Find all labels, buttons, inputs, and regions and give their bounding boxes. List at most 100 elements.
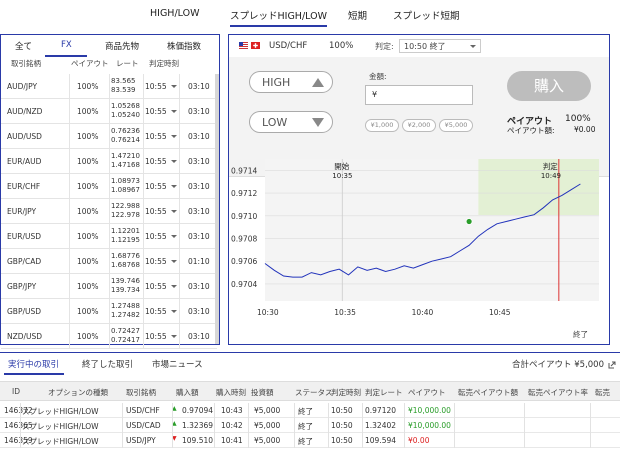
tab-all[interactable]: 全て [15,40,32,52]
low-button[interactable]: LOW [249,111,333,133]
col-header-expiry: 判定時刻 [149,59,179,68]
asset-duration: 03:10 [188,332,210,341]
asset-list-scrollbar[interactable] [215,74,219,344]
chevron-down-icon [171,85,177,88]
table-row[interactable]: 146372 スプレッドHIGH/LOW USD/CHF 0.97094 10:43 ¥5… [0,403,620,418]
cell-status: 終了 [298,407,313,416]
chip-2000[interactable]: ¥2,000 [402,119,436,132]
cell-buy: 1.32369 [182,421,214,430]
asset-expiry[interactable]: 10:55 [145,157,167,166]
nav-short[interactable]: 短期 [348,8,367,22]
export-icon[interactable] [608,361,616,369]
cell-sym: USD/CAD [126,421,161,430]
y-tick-label: 0.9706 [231,257,257,266]
nav-spread-short[interactable]: スプレッド短期 [393,8,460,22]
trade-symbol: USD/CHF [269,41,308,51]
asset-row[interactable]: EUR/AUD 100% 1.47210 1.47168 10:55 03:10 [1,149,217,174]
asset-row[interactable]: EUR/CHF 100% 1.08973 1.08967 10:55 03:10 [1,174,217,199]
tab-active-trades[interactable]: 実行中の取引 [8,358,59,370]
cell-exp: 10:50 [331,406,353,415]
y-tick-label: 0.9710 [231,212,257,221]
tab-closed-trades[interactable]: 終了した取引 [82,358,133,370]
y-tick-label: 0.9704 [231,280,257,289]
asset-expiry[interactable]: 10:55 [145,332,167,341]
entry-point-marker [465,218,473,225]
amount-input[interactable]: ¥ [365,85,473,105]
cell-time: 10:43 [221,406,243,415]
asset-expiry[interactable]: 10:55 [145,282,167,291]
col-header-symbol: 取引銘柄 [11,59,41,68]
amount-label: 金額: [369,72,387,81]
cell-inv: ¥5,000 [254,436,281,445]
y-tick-label: 0.9712 [231,189,257,198]
high-button[interactable]: HIGH [249,71,333,93]
cell-time: 10:42 [221,421,243,430]
cell-sym: USD/CHF [126,406,160,415]
asset-duration: 03:10 [188,232,210,241]
chevron-down-icon [171,210,177,213]
chevron-down-icon [470,45,476,48]
trade-panel: USD/CHF 100% 判定: 10:50 終了 HIGH LOW 金額: ¥… [228,34,610,345]
asset-row[interactable]: EUR/USD 100% 1.12201 1.12195 10:55 03:10 [1,224,217,249]
asset-rate: 1.47210 1.47168 [111,152,140,170]
rate-low: 1.12195 [111,236,140,244]
chevron-down-icon [171,260,177,263]
start-label: 開始 [334,161,349,171]
asset-expiry[interactable]: 10:55 [145,182,167,191]
asset-duration: 01:10 [188,257,210,266]
asset-row[interactable]: EUR/JPY 100% 122.988 122.978 10:55 03:10 [1,199,217,224]
asset-rate: 1.08973 1.08967 [111,177,140,195]
tab-market-news[interactable]: 市場ニュース [152,358,203,370]
asset-rate: 1.12201 1.12195 [111,227,140,245]
nav-spread-highlow[interactable]: スプレッドHIGH/LOW [230,8,327,27]
amount-value: ¥ [372,90,378,99]
expiry-select[interactable]: 10:50 終了 [399,39,481,53]
asset-expiry[interactable]: 10:55 [145,307,167,316]
tab-fx[interactable]: FX [61,40,72,50]
asset-expiry[interactable]: 10:55 [145,232,167,241]
y-tick-label: 0.9714 [231,166,257,175]
table-header-cell: ペイアウト [408,388,446,397]
table-row[interactable]: 146365 スプレッドHIGH/LOW USD/CAD 1.32369 10:42 ¥5… [0,418,620,433]
table-header-cell: 取引銘柄 [126,388,156,397]
cell-inv: ¥5,000 [254,421,281,430]
x-tick-label: 10:35 [334,308,356,317]
asset-row[interactable]: AUD/USD 100% 0.76236 0.76214 10:55 03:10 [1,124,217,149]
asset-row[interactable]: GBP/CAD 100% 1.68776 1.68768 10:55 01:10 [1,249,217,274]
total-payout: 合計ペイアウト ¥5,000 [512,360,604,370]
asset-row[interactable]: AUD/JPY 100% 83.565 83.539 10:55 03:10 [1,74,217,99]
asset-row[interactable]: GBP/USD 100% 1.27488 1.27482 10:55 03:10 [1,299,217,324]
start-time: 10:35 [332,172,352,180]
active-tab-underline [45,55,87,57]
col-header-rate: レート [116,59,139,68]
chip-5000[interactable]: ¥5,000 [439,119,473,132]
chip-1000[interactable]: ¥1,000 [365,119,399,132]
cell-type: スプレッドHIGH/LOW [22,407,99,416]
asset-row[interactable]: GBP/JPY 100% 139.746 139.734 10:55 03:10 [1,274,217,299]
rate-high: 139.746 [111,277,140,285]
asset-payout: 100% [77,207,99,216]
asset-expiry[interactable]: 10:55 [145,107,167,116]
asset-symbol: EUR/JPY [7,207,37,216]
asset-payout: 100% [77,332,99,341]
asset-expiry[interactable]: 10:55 [145,82,167,91]
trade-payout-pct: 100% [329,41,354,51]
asset-rate: 139.746 139.734 [111,277,140,295]
tab-indices[interactable]: 株価指数 [167,40,201,52]
asset-payout: 100% [77,132,99,141]
asset-row[interactable]: AUD/NZD 100% 1.05268 1.05240 10:55 03:10 [1,99,217,124]
asset-row[interactable]: NZD/USD 100% 0.72427 0.72417 10:55 03:10 [1,324,217,349]
asset-duration: 03:10 [188,182,210,191]
rate-high: 1.68776 [111,252,140,260]
chevron-down-icon [171,335,177,338]
asset-expiry[interactable]: 10:55 [145,207,167,216]
buy-button[interactable]: 購入 [507,71,591,101]
table-row[interactable]: 146359 スプレッドHIGH/LOW USD/JPY 109.510 10:41 ¥5… [0,433,620,448]
nav-highlow[interactable]: HIGH/LOW [150,8,199,19]
asset-expiry[interactable]: 10:55 [145,257,167,266]
asset-expiry[interactable]: 10:55 [145,132,167,141]
asset-duration: 03:10 [188,282,210,291]
cell-payout: ¥10,000.00 [408,421,451,430]
chevron-down-icon [171,235,177,238]
tab-commodities[interactable]: 商品先物 [105,40,139,52]
